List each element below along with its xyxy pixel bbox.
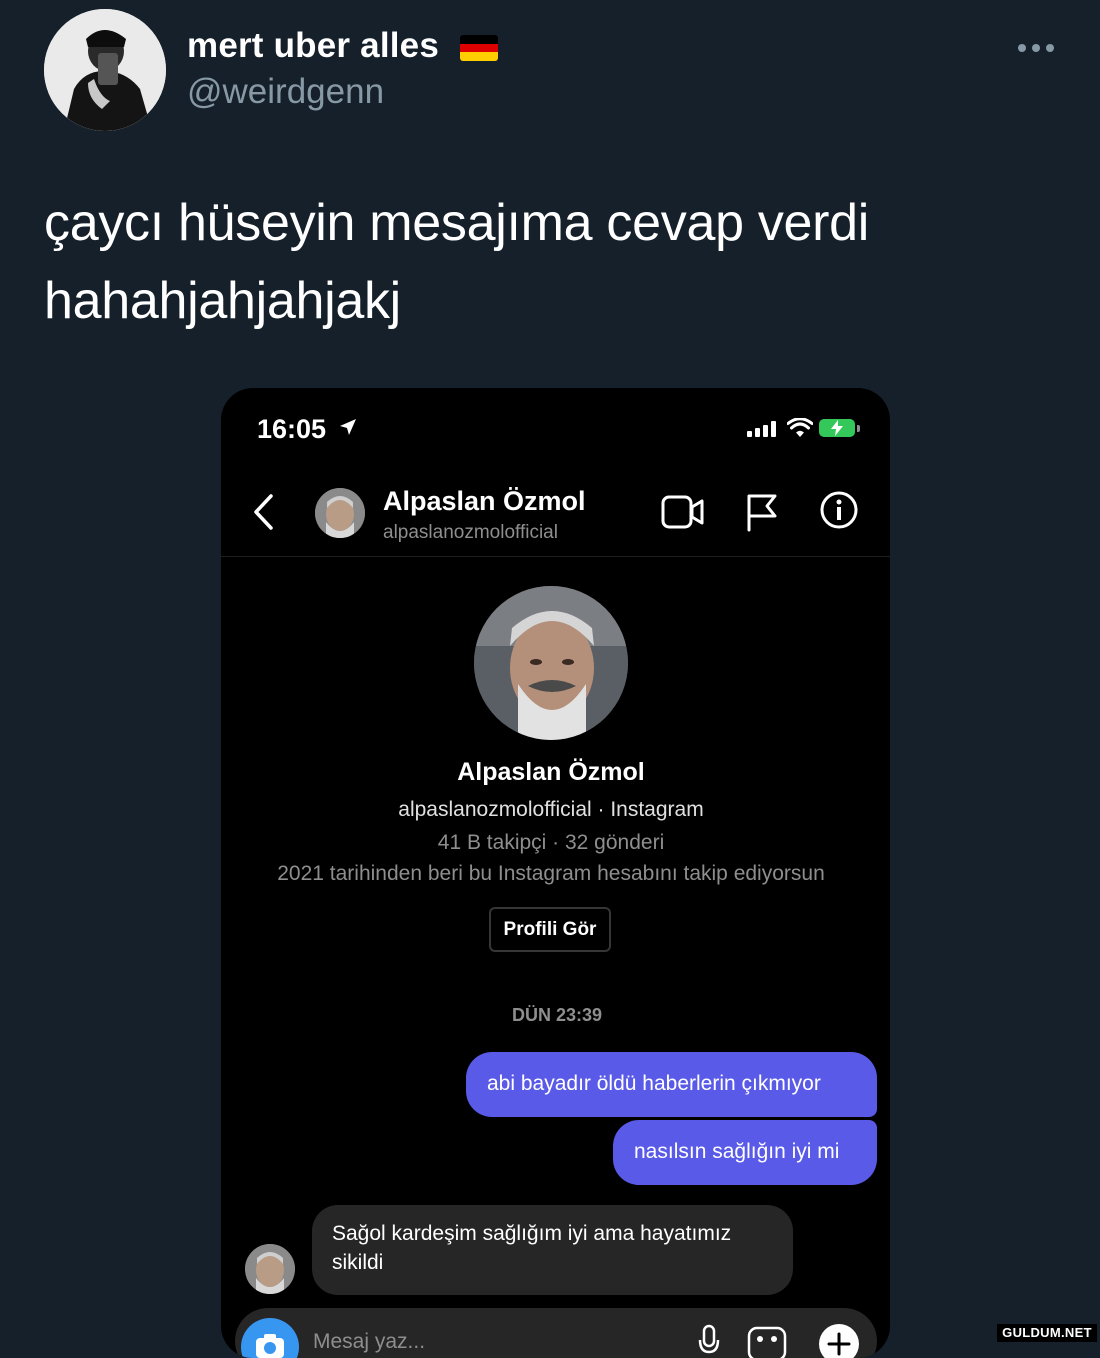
incoming-message-line: Sağol kardeşim sağlığım iyi ama hayatımı… — [332, 1222, 732, 1245]
profile-follow-note: 2021 tarihinden beri bu Instagram hesabı… — [277, 862, 825, 885]
profile-username-line: alpaslanozmolofficial · Instagram — [398, 798, 704, 821]
gallery-icon[interactable] — [747, 1326, 787, 1358]
incoming-message-line: sikildi — [332, 1251, 384, 1274]
contact-username[interactable]: alpaslanozmolofficial — [383, 522, 558, 544]
add-content-button[interactable] — [819, 1324, 859, 1358]
site-watermark: GULDUM.NET — [997, 1324, 1097, 1342]
outgoing-message[interactable]: nasılsın sağlığın iyi mi — [613, 1120, 877, 1185]
info-icon[interactable] — [819, 490, 859, 530]
cellular-signal-icon — [747, 421, 776, 437]
germany-flag-icon — [460, 35, 498, 61]
profile-picture[interactable] — [474, 586, 628, 740]
status-time: 16:05 — [257, 414, 327, 444]
more-dots-icon[interactable] — [1018, 40, 1062, 56]
microphone-icon[interactable] — [697, 1324, 721, 1358]
camera-icon[interactable] — [241, 1318, 299, 1358]
contact-avatar[interactable] — [315, 488, 365, 538]
profile-stats: 41 B takipçi · 32 gönderi — [437, 831, 665, 854]
tweet-text: çaycı hüseyin mesajıma cevap verdi hahah… — [44, 184, 1044, 340]
view-profile-button[interactable]: Profili Gör — [489, 907, 611, 952]
location-arrow-icon — [340, 419, 356, 435]
tweet-author-avatar[interactable] — [44, 9, 166, 131]
video-call-icon[interactable] — [661, 494, 705, 530]
back-chevron-icon[interactable] — [251, 492, 275, 532]
tweet-text-line: hahahjahjahjakj — [44, 272, 401, 330]
outgoing-message[interactable]: abi bayadır öldü haberlerin çıkmıyor — [466, 1052, 877, 1117]
report-flag-icon[interactable] — [745, 492, 779, 532]
message-input[interactable]: Mesaj yaz... — [313, 1330, 425, 1354]
tweet-text-line: çaycı hüseyin mesajıma cevap verdi — [44, 194, 870, 252]
attached-screenshot[interactable]: 16:05 Alpaslan Özmol alpaslanozmoloffici… — [221, 388, 890, 1358]
message-timestamp: DÜN 23:39 — [511, 1005, 603, 1025]
sender-avatar[interactable] — [245, 1244, 295, 1294]
message-composer[interactable]: Mesaj yaz... — [235, 1308, 877, 1358]
wifi-icon — [787, 418, 813, 437]
battery-charging-icon — [819, 419, 860, 437]
tweet-handle[interactable]: @weirdgenn — [187, 72, 384, 112]
profile-name: Alpaslan Özmol — [457, 758, 645, 786]
incoming-message[interactable]: Sağol kardeşim sağlığım iyi ama hayatımı… — [312, 1205, 793, 1295]
chat-header: Alpaslan Özmol alpaslanozmolofficial — [221, 468, 890, 557]
tweet-display-name[interactable]: mert uber alles — [187, 26, 439, 66]
contact-name[interactable]: Alpaslan Özmol — [383, 486, 586, 517]
